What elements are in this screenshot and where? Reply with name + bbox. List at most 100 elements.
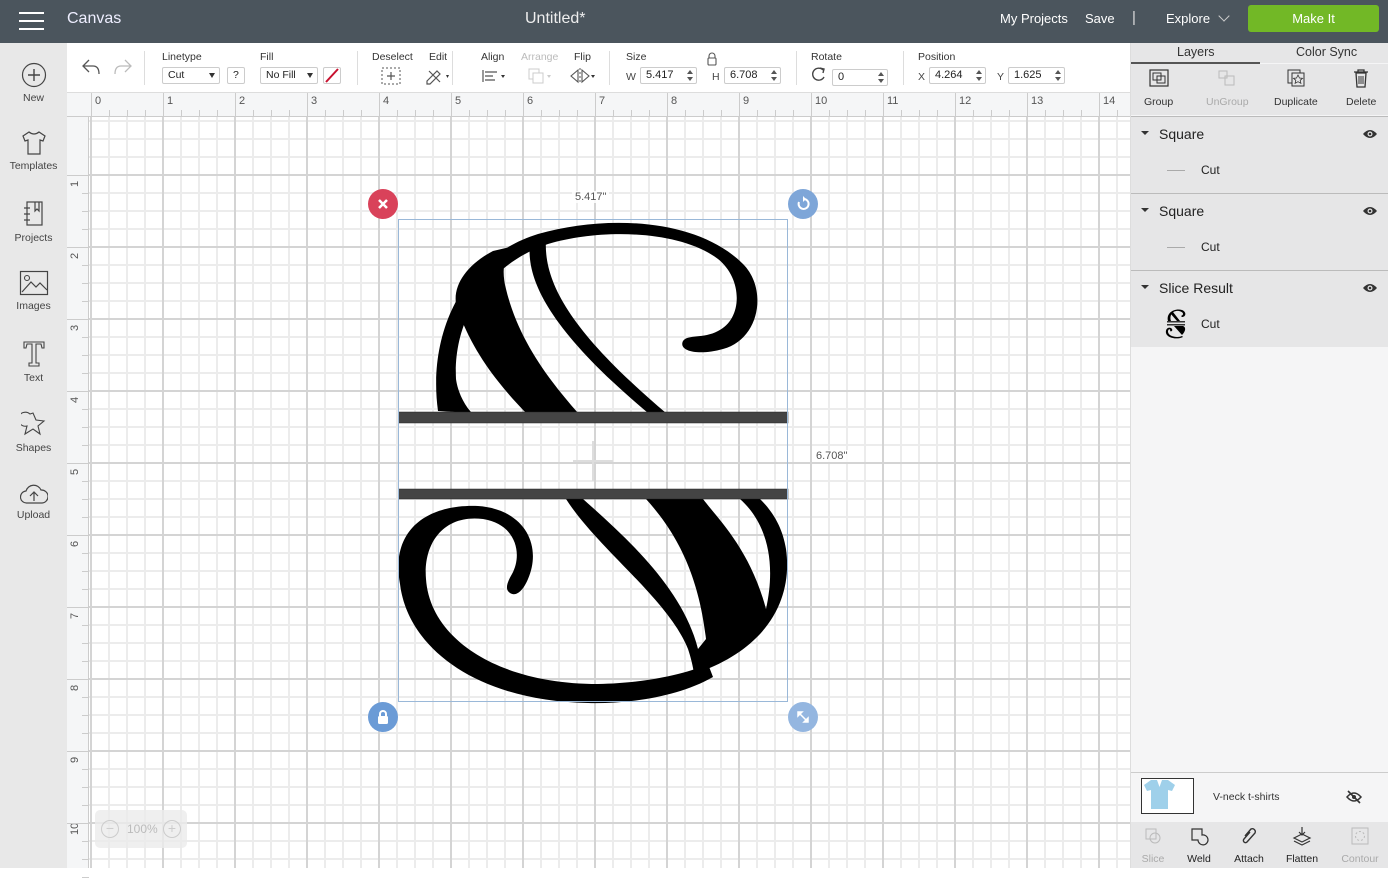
delete-handle[interactable] — [368, 189, 398, 219]
ruler-minor-tick — [937, 110, 938, 117]
group-button[interactable]: Group — [1144, 68, 1173, 108]
edit-tools-icon[interactable] — [425, 67, 453, 85]
layer-group[interactable]: Slice Result Cut — [1131, 270, 1388, 347]
spinner-icon[interactable] — [687, 70, 693, 81]
ruler-minor-tick — [82, 859, 89, 860]
sidebar-item-templates[interactable]: Templates — [0, 130, 67, 172]
ruler-major-tick — [67, 823, 89, 824]
weld-label: Weld — [1187, 853, 1211, 865]
collapse-caret-icon[interactable] — [1141, 208, 1149, 212]
flatten-button[interactable]: Flatten — [1280, 826, 1324, 865]
arrange-icon[interactable] — [527, 67, 555, 85]
rotate-input[interactable]: 0 — [832, 69, 888, 86]
ruler-minor-tick — [82, 211, 89, 212]
explore-dropdown[interactable]: Explore — [1166, 10, 1230, 26]
height-input[interactable]: 6.708 — [724, 67, 781, 84]
redo-icon[interactable] — [113, 58, 133, 76]
hamburger-menu-icon[interactable] — [19, 12, 44, 30]
ruler-minor-tick — [82, 625, 89, 626]
ungroup-button[interactable]: UnGroup — [1206, 68, 1249, 108]
sidebar-item-upload[interactable]: Upload — [0, 483, 67, 521]
zoom-in-button[interactable]: + — [163, 820, 181, 838]
eye-visible-icon[interactable] — [1362, 128, 1378, 140]
ruler-tick-label: 4 — [383, 95, 390, 107]
rotate-icon — [812, 67, 825, 81]
width-input[interactable]: 5.417 — [640, 67, 697, 84]
document-title[interactable]: Untitled* — [525, 10, 585, 28]
ruler-minor-tick — [721, 110, 722, 117]
slice-button[interactable]: Slice — [1131, 826, 1175, 865]
layer-group[interactable]: Square Cut — [1131, 193, 1388, 270]
make-it-button[interactable]: Make It — [1248, 5, 1379, 32]
ruler-major-tick — [67, 319, 89, 320]
collapse-caret-icon[interactable] — [1141, 131, 1149, 135]
ruler-minor-tick — [82, 481, 89, 482]
material-thumbnail[interactable] — [1141, 778, 1194, 814]
ruler-minor-tick — [343, 110, 344, 117]
size-lock-icon[interactable] — [705, 52, 719, 66]
selection-bounding-box[interactable] — [398, 219, 788, 702]
x-position-input[interactable]: 4.264 — [929, 67, 986, 84]
eye-visible-icon[interactable] — [1362, 205, 1378, 217]
ruler-major-tick — [67, 535, 89, 536]
undo-icon[interactable] — [81, 58, 101, 76]
slice-result-thumbnail — [1165, 309, 1186, 339]
spinner-icon[interactable] — [771, 70, 777, 81]
attach-button[interactable]: Attach — [1227, 826, 1271, 865]
ruler-minor-tick — [82, 769, 89, 770]
app-name: Canvas — [67, 10, 122, 27]
ruler-minor-tick — [82, 571, 89, 572]
ruler-minor-tick — [82, 841, 89, 842]
duplicate-button[interactable]: Duplicate — [1274, 68, 1318, 108]
resize-arrows-icon — [797, 711, 809, 723]
delete-button[interactable]: Delete — [1346, 68, 1376, 108]
pen-color-swatch[interactable] — [323, 67, 341, 84]
ruler-minor-tick — [82, 517, 89, 518]
ruler-minor-tick — [613, 110, 614, 117]
lock-handle[interactable] — [368, 702, 398, 732]
width-dimension-label: 5.417" — [572, 191, 610, 203]
ruler-minor-tick — [82, 445, 89, 446]
y-position-input[interactable]: 1.625 — [1008, 67, 1065, 84]
fill-select[interactable]: No Fill — [260, 67, 318, 84]
tab-color-sync[interactable]: Color Sync — [1296, 45, 1357, 59]
sidebar-item-projects[interactable]: Projects — [0, 200, 67, 244]
ruler-major-tick — [67, 463, 89, 464]
linetype-help-button[interactable]: ? — [227, 67, 245, 84]
ruler-major-tick — [667, 93, 668, 117]
sidebar-item-text[interactable]: Text — [0, 340, 67, 384]
trash-icon — [1354, 69, 1369, 88]
ruler-tick-label: 1 — [167, 95, 174, 107]
sidebar-item-images[interactable]: Images — [0, 270, 67, 312]
spinner-icon[interactable] — [878, 72, 884, 83]
sidebar-item-new[interactable]: New — [0, 62, 67, 104]
ruler-minor-tick — [1081, 110, 1082, 117]
align-icon[interactable] — [481, 68, 509, 84]
ruler-tick-label: 2 — [69, 252, 81, 259]
eye-visible-icon[interactable] — [1362, 282, 1378, 294]
spinner-icon[interactable] — [976, 70, 982, 81]
tab-layers[interactable]: Layers — [1177, 45, 1215, 59]
save-button[interactable]: Save — [1085, 11, 1115, 26]
rotate-value: 0 — [838, 71, 845, 83]
tshirt-icon — [21, 131, 46, 155]
resize-handle[interactable] — [788, 702, 818, 732]
collapse-caret-icon[interactable] — [1141, 285, 1149, 289]
ruler-minor-tick — [82, 193, 89, 194]
ruler-tick-label: 3 — [69, 324, 81, 331]
ruler-tick-label: 6 — [69, 540, 81, 547]
zoom-out-button[interactable]: − — [101, 820, 119, 838]
flip-icon[interactable] — [569, 67, 597, 85]
deselect-icon[interactable] — [381, 67, 401, 85]
contour-button[interactable]: Contour — [1338, 826, 1382, 865]
spinner-icon[interactable] — [1055, 70, 1061, 81]
weld-button[interactable]: Weld — [1177, 826, 1221, 865]
rotate-handle[interactable] — [788, 189, 818, 219]
layer-group[interactable]: Square Cut — [1131, 116, 1388, 193]
eye-hidden-icon[interactable] — [1346, 790, 1362, 804]
linetype-select[interactable]: Cut — [162, 67, 220, 84]
bottom-actions: Slice Weld Attach Flatten Contour — [1131, 822, 1388, 868]
layer-linetype: Cut — [1201, 240, 1220, 254]
sidebar-item-shapes[interactable]: Shapes — [0, 410, 67, 454]
my-projects-link[interactable]: My Projects — [1000, 11, 1068, 26]
